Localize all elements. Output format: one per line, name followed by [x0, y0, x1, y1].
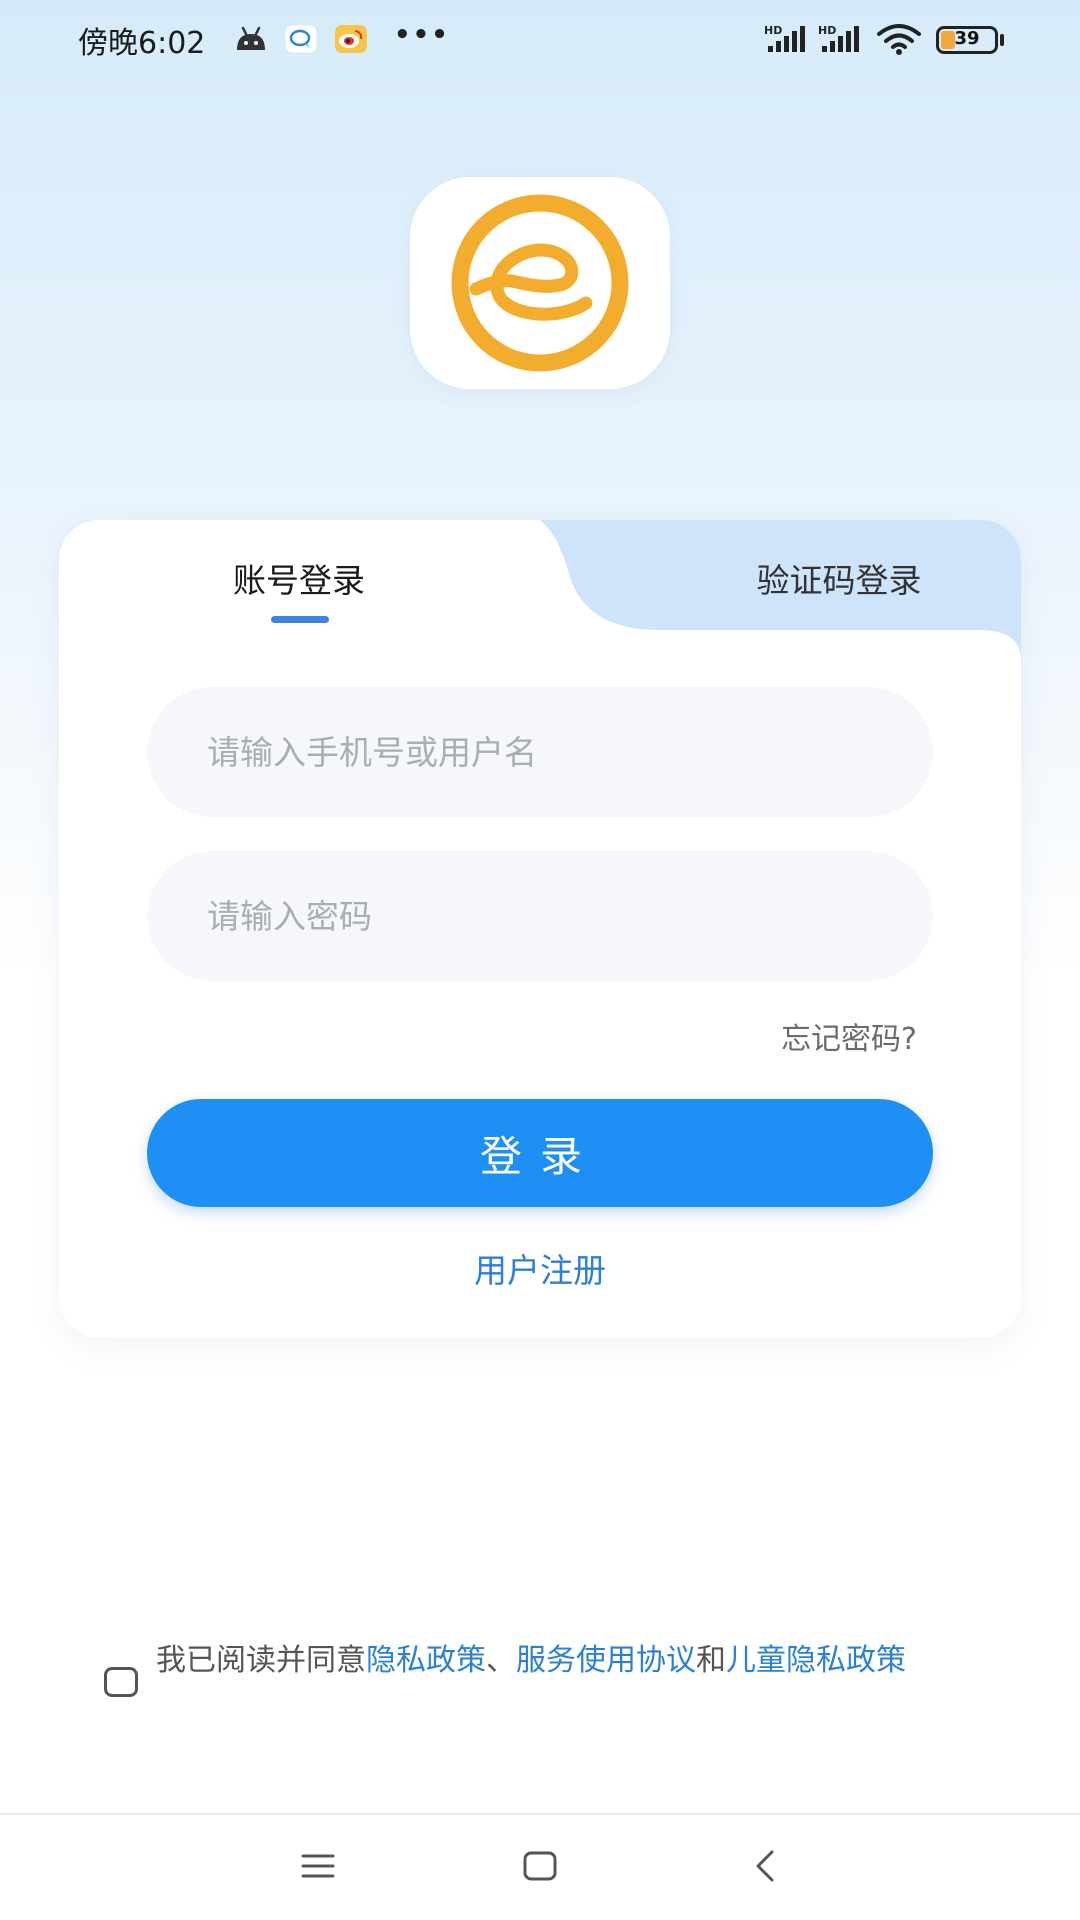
signal-strength-icon: HD [764, 24, 805, 52]
battery-icon: 39 [936, 26, 998, 54]
tab-code-login[interactable]: 验证码登录 [619, 554, 1021, 602]
signal-strength-icon-2: HD [818, 24, 859, 52]
svg-text:HD: HD [764, 24, 782, 37]
status-time: 傍晚6:02 [78, 26, 206, 61]
forgot-password-link[interactable]: 忘记密码? [781, 1014, 917, 1058]
chat-app-icon [284, 24, 318, 54]
battery-level: 39 [954, 28, 980, 49]
menu-icon[interactable] [300, 1848, 336, 1884]
weibo-icon [335, 25, 367, 53]
more-notifications-icon: ••• [394, 20, 450, 50]
privacy-policy-link[interactable]: 隐私政策 [366, 1643, 486, 1678]
elephant-e-logo-icon [451, 194, 629, 372]
agreement-text: 我已阅读并同意隐私政策、服务使用协议和儿童隐私政策 [156, 1641, 986, 1681]
android-icon [237, 26, 265, 50]
app-logo [410, 177, 670, 389]
register-link[interactable]: 用户注册 [59, 1244, 1021, 1292]
home-square-icon[interactable] [522, 1848, 558, 1884]
login-button[interactable]: 登录 [147, 1099, 933, 1207]
agreement-prefix: 我已阅读并同意 [156, 1643, 366, 1678]
service-agreement-link[interactable]: 服务使用协议 [516, 1643, 696, 1678]
svg-text:HD: HD [818, 24, 836, 37]
agreement-and: 和 [696, 1643, 726, 1678]
status-bar: 傍晚6:02 ••• HD HD 39 [0, 0, 1080, 80]
active-tab-indicator [271, 616, 329, 623]
tab-account-login[interactable]: 账号登录 [59, 554, 539, 602]
child-privacy-link[interactable]: 儿童隐私政策 [726, 1643, 906, 1678]
phone-username-input[interactable] [147, 687, 933, 817]
agreement-separator: 、 [486, 1643, 516, 1678]
back-chevron-icon[interactable] [748, 1848, 784, 1884]
login-card: 账号登录 验证码登录 忘记密码? 登录 用户注册 [59, 520, 1021, 1338]
password-input[interactable] [147, 851, 933, 981]
agreement-checkbox[interactable] [104, 1667, 138, 1697]
wifi-icon [877, 24, 921, 55]
